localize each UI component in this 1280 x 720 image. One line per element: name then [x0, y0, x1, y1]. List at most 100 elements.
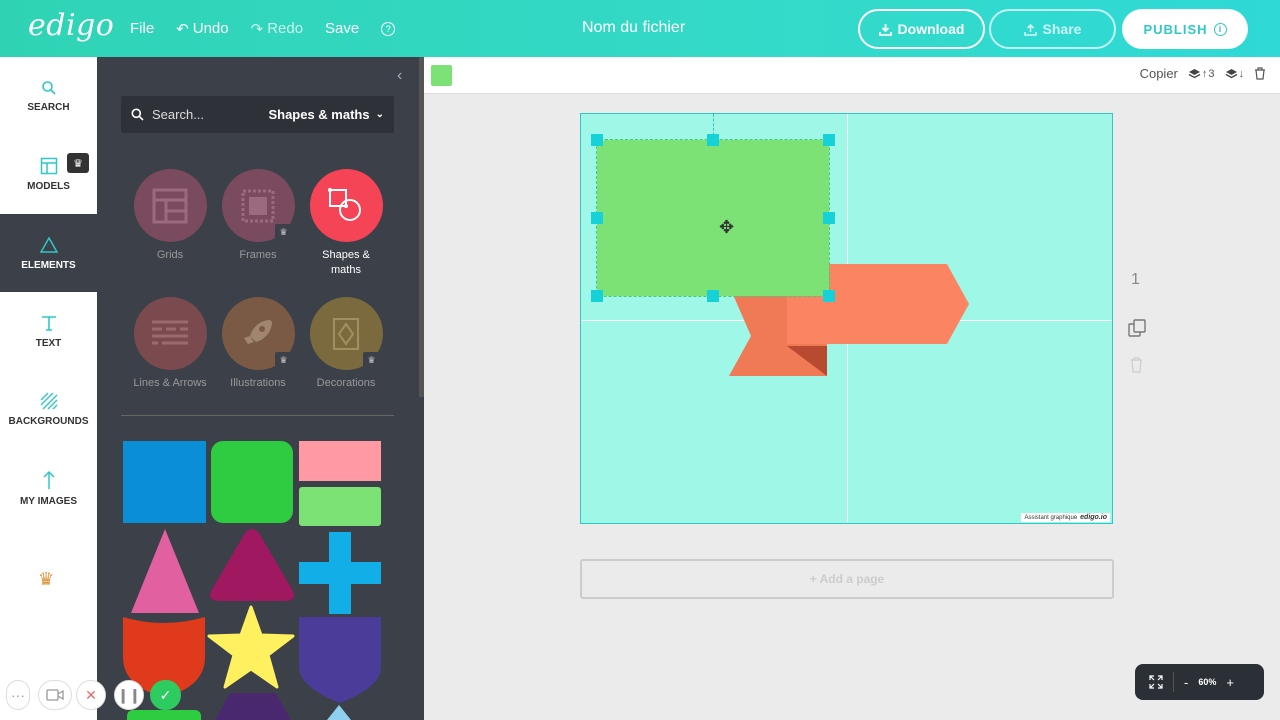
premium-crown-icon: ♛: [67, 153, 89, 173]
collapse-panel-icon[interactable]: ‹: [397, 67, 402, 85]
shape-cross-blue[interactable]: [299, 532, 381, 614]
premium-crown-icon: ♛: [274, 224, 293, 240]
shape-partial-lightblue[interactable]: [327, 705, 351, 720]
category-label: Lines & Arrows: [133, 377, 207, 389]
undo-icon: ↶: [176, 20, 189, 38]
premium-crown-icon[interactable]: ♛: [38, 569, 54, 590]
shape-partial-green[interactable]: [127, 710, 201, 720]
shape-partial-purple[interactable]: [215, 693, 291, 720]
lines-icon: [133, 297, 207, 370]
grid-icon: [133, 169, 207, 242]
publish-button[interactable]: PUBLISH i: [1122, 9, 1248, 49]
watermark-prefix: Assistant graphique: [1024, 514, 1078, 521]
search-icon: [131, 108, 144, 121]
pause-icon[interactable]: ❙❙: [114, 680, 144, 710]
trash-icon[interactable]: [1254, 67, 1266, 80]
nav-elements-label: ELEMENTS: [21, 259, 76, 271]
nav-models[interactable]: MODELS: [0, 135, 97, 213]
help-icon[interactable]: ?: [381, 21, 396, 36]
shape-rounded-square-green[interactable]: [211, 441, 293, 523]
category-lines-arrows[interactable]: Lines & Arrows: [133, 297, 207, 391]
category-label: Illustrations: [230, 377, 286, 389]
file-menu[interactable]: File: [130, 20, 154, 37]
resize-handle[interactable]: [823, 290, 835, 302]
layout-icon: [40, 157, 57, 174]
decoration-icon: ♛: [309, 297, 383, 370]
nav-my-images[interactable]: MY IMAGES: [0, 449, 97, 527]
canvas-toolbar: Copier ↑ 3 ↓: [424, 57, 1280, 94]
shape-rect-light-green[interactable]: [299, 487, 381, 526]
category-frames[interactable]: ♛ Frames: [221, 169, 295, 263]
shape-shield-purple[interactable]: [299, 617, 381, 703]
left-nav: SEARCH MODELS ♛ ELEMENTS TEXT BACKGROUND…: [0, 57, 97, 720]
category-grids[interactable]: Grids: [133, 169, 207, 263]
category-shapes-maths[interactable]: Shapes & maths: [309, 169, 383, 278]
nav-text-label: TEXT: [35, 337, 62, 349]
shape-star-yellow[interactable]: [207, 605, 295, 689]
resize-handle[interactable]: [707, 134, 719, 146]
resize-handle[interactable]: [591, 290, 603, 302]
fullscreen-icon[interactable]: [1149, 675, 1163, 689]
more-icon[interactable]: ···: [6, 680, 30, 710]
main-menu: File ↶ Undo ↷ Redo Save ?: [130, 0, 396, 57]
undo-button[interactable]: ↶ Undo: [176, 20, 228, 38]
selected-rectangle[interactable]: [596, 139, 830, 297]
divider: [121, 415, 394, 416]
watermark-brand: edigo.io: [1080, 514, 1107, 521]
resize-handle[interactable]: [823, 134, 835, 146]
resize-handle[interactable]: [591, 134, 603, 146]
check-icon[interactable]: ✓: [150, 680, 181, 710]
element-search-bar[interactable]: Search... Shapes & maths ⌄: [121, 96, 394, 133]
camera-icon[interactable]: [38, 680, 72, 710]
shape-square-blue[interactable]: [123, 441, 206, 523]
download-button[interactable]: Download: [858, 9, 985, 49]
category-illustrations[interactable]: ♛ Illustrations: [221, 297, 295, 391]
edigo-logo[interactable]: edigo: [28, 8, 114, 43]
zoom-level: 60%: [1198, 677, 1217, 687]
shape-triangle-pink[interactable]: [131, 529, 199, 613]
color-swatch[interactable]: [431, 65, 452, 86]
category-decorations[interactable]: ♛ Decorations: [309, 297, 383, 391]
delete-page-icon[interactable]: [1130, 357, 1143, 373]
text-icon: [41, 315, 56, 331]
design-page[interactable]: ✥ Assistant graphique edigo.io: [580, 113, 1113, 524]
nav-elements[interactable]: ELEMENTS: [0, 214, 97, 292]
share-button[interactable]: Share: [989, 9, 1116, 49]
duplicate-page-icon[interactable]: [1127, 318, 1147, 338]
zoom-in-button[interactable]: +: [1226, 675, 1234, 690]
elements-panel: ‹ Search... Shapes & maths ⌄ Grids ♛ Fram…: [97, 57, 424, 720]
page-number: 1: [1131, 271, 1140, 288]
nav-text[interactable]: TEXT: [0, 292, 97, 370]
move-cursor-icon: ✥: [719, 217, 735, 237]
info-icon: i: [1213, 22, 1227, 36]
save-button[interactable]: Save: [325, 20, 359, 37]
shape-triangle-rounded-magenta[interactable]: [209, 527, 295, 603]
resize-handle[interactable]: [707, 290, 719, 302]
zoom-out-button[interactable]: -: [1184, 675, 1188, 690]
panel-scrollbar[interactable]: [419, 57, 424, 397]
file-name[interactable]: Nom du fichier: [582, 19, 685, 37]
publish-label: PUBLISH: [1143, 21, 1208, 37]
nav-backgrounds[interactable]: BACKGROUNDS: [0, 370, 97, 448]
copy-button[interactable]: Copier: [1140, 66, 1178, 81]
nav-search-label: SEARCH: [27, 101, 70, 113]
layer-down-button[interactable]: ↓: [1225, 67, 1245, 80]
resize-handle[interactable]: [823, 212, 835, 224]
layer-up-button[interactable]: ↑ 3: [1188, 68, 1215, 80]
layer-up-count: 3: [1208, 67, 1215, 80]
redo-button[interactable]: ↷ Redo: [251, 20, 303, 38]
arrow-down-icon: ↓: [1238, 67, 1245, 80]
search-input[interactable]: Search...: [152, 107, 268, 122]
search-icon: [41, 80, 56, 95]
nav-search[interactable]: SEARCH: [0, 57, 97, 135]
rocket-icon: ♛: [221, 297, 295, 370]
add-page-button[interactable]: + Add a page: [580, 559, 1114, 599]
nav-my-images-label: MY IMAGES: [19, 495, 78, 507]
resize-handle[interactable]: [591, 212, 603, 224]
shape-rect-pink[interactable]: [299, 441, 381, 481]
zoom-control: - 60% +: [1135, 664, 1264, 700]
category-select[interactable]: Shapes & maths ⌄: [268, 107, 384, 122]
layers-icon: [1188, 69, 1201, 79]
frame-icon: ♛: [221, 169, 295, 242]
close-icon[interactable]: ✕: [76, 680, 106, 710]
